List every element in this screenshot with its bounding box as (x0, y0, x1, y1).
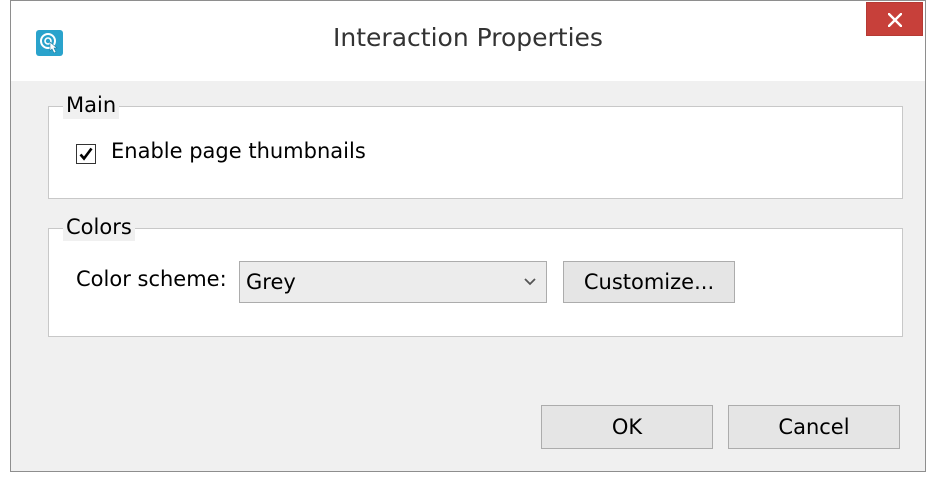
cancel-button[interactable]: Cancel (728, 405, 900, 449)
chevron-down-icon (524, 278, 536, 286)
close-button[interactable] (866, 2, 923, 36)
close-icon (888, 13, 902, 27)
title-bar[interactable]: Interaction Properties (11, 1, 925, 81)
colors-group-legend: Colors (63, 213, 135, 241)
enable-thumbnails-label[interactable]: Enable page thumbnails (111, 139, 366, 163)
colors-group: Colors Color scheme: Grey Customize... (48, 213, 903, 337)
color-scheme-value: Grey (246, 270, 296, 294)
enable-thumbnails-checkbox[interactable] (76, 144, 96, 164)
dialog-window: Interaction Properties Main Enable page … (10, 0, 926, 472)
color-scheme-label: Color scheme: (76, 267, 227, 291)
checkmark-icon (79, 147, 93, 161)
main-group: Main Enable page thumbnails (48, 91, 903, 199)
window-title: Interaction Properties (333, 23, 603, 52)
color-scheme-dropdown[interactable]: Grey (239, 261, 547, 303)
ok-button[interactable]: OK (541, 405, 713, 449)
customize-button[interactable]: Customize... (563, 261, 735, 303)
main-group-legend: Main (63, 91, 120, 119)
